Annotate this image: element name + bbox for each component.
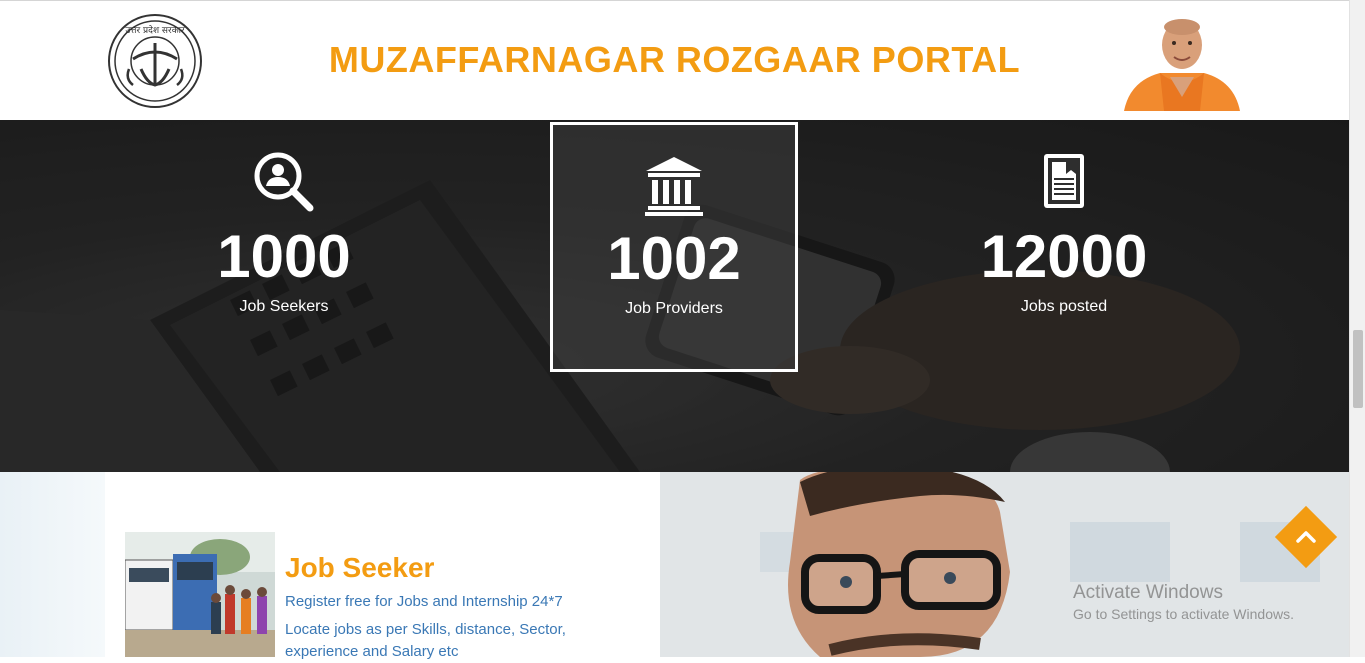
stat-job-providers[interactable]: 1002 Job Providers	[550, 122, 798, 372]
site-header: उत्तर प्रदेश सरकार MUZAFFARNAGAR ROZGAAR…	[0, 0, 1349, 120]
document-icon	[1044, 154, 1084, 208]
stat-number: 1002	[607, 225, 741, 292]
page-scrollbar[interactable]	[1349, 0, 1365, 657]
job-seeker-feature-1: Register free for Jobs and Internship 24…	[285, 593, 563, 610]
watermark-title: Activate Windows	[1073, 582, 1223, 603]
job-seeker-title[interactable]: Job Seeker	[285, 552, 434, 584]
lower-left-background	[0, 472, 105, 657]
chief-minister-portrait	[1120, 11, 1244, 111]
emblem-text: उत्तर प्रदेश सरकार	[125, 24, 185, 36]
job-seeker-search-icon	[254, 152, 314, 212]
stats-section: 1000 Job Seekers 1002 Job Providers 1200…	[0, 120, 1349, 472]
chevron-up-icon[interactable]	[1284, 515, 1328, 559]
institution-building-icon	[645, 157, 703, 216]
man-with-glasses-photo	[660, 472, 1349, 657]
job-seeker-photo	[125, 532, 275, 657]
watermark-subtitle: Go to Settings to activate Windows.	[1073, 606, 1294, 622]
windows-activation-watermark: Activate Windows Go to Settings to activ…	[1073, 582, 1294, 622]
stat-label: Jobs posted	[1020, 298, 1108, 315]
job-seeker-feature-2: Locate jobs as per Skills, distance, Sec…	[285, 621, 566, 660]
stat-number: 1000	[217, 223, 351, 290]
scrollbar-thumb[interactable]	[1353, 330, 1363, 408]
stat-label: Job Providers	[625, 300, 723, 317]
stat-number: 12000	[980, 223, 1148, 290]
stat-job-seekers[interactable]: 1000 Job Seekers	[160, 120, 408, 370]
stat-label: Job Seekers	[239, 298, 329, 315]
stat-jobs-posted[interactable]: 12000 Jobs posted	[940, 120, 1188, 370]
